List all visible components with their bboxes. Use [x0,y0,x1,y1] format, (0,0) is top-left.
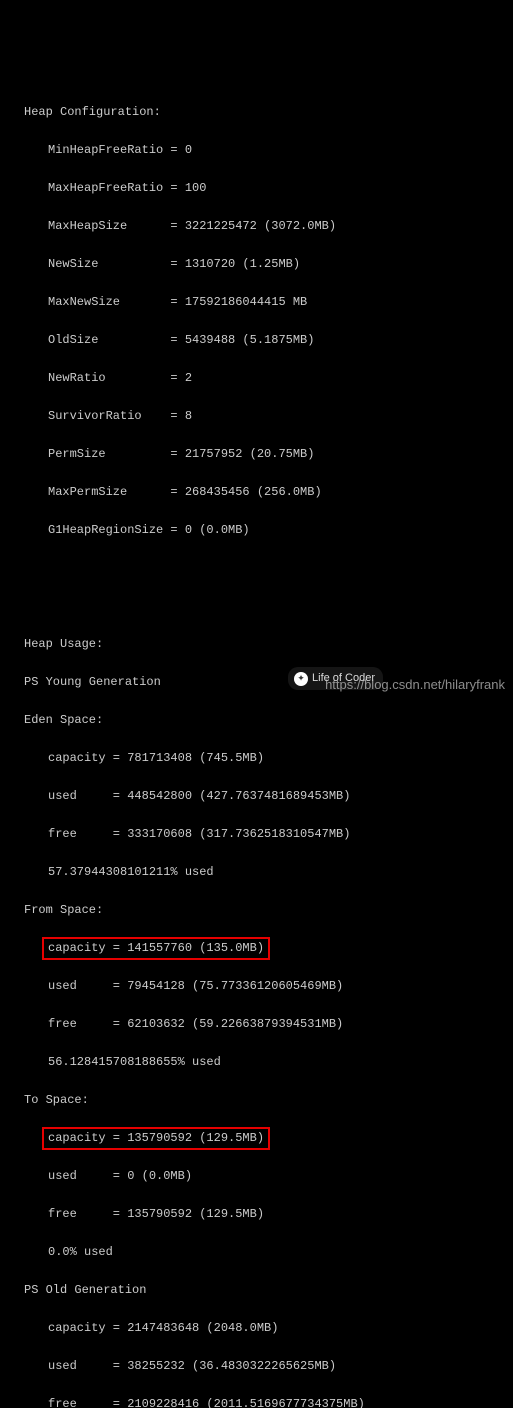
highlight-from-capacity: capacity = 141557760 (135.0MB) [42,937,270,960]
heap-usage-title: Heap Usage: [24,635,513,654]
old-free: free = 2109228416 (2011.5169677734375MB) [48,1395,513,1408]
eden-pct: 57.37944308101211% used [48,863,513,882]
cfg-max-heap-size: MaxHeapSize = 3221225472 (3072.0MB) [48,217,513,236]
blank-line [24,578,513,597]
wechat-icon: ✦ [294,672,308,686]
eden-title: Eden Space: [24,711,513,730]
from-free: free = 62103632 (59.22663879394531MB) [48,1015,513,1034]
to-capacity: capacity = 135790592 (129.5MB) [48,1129,513,1148]
heap-config-title: Heap Configuration: [24,103,513,122]
eden-used: used = 448542800 (427.7637481689453MB) [48,787,513,806]
from-pct: 56.128415708188655% used [48,1053,513,1072]
cfg-max-new-size: MaxNewSize = 17592186044415 MB [48,293,513,312]
cfg-g1-heap-region-size: G1HeapRegionSize = 0 (0.0MB) [48,521,513,540]
from-title: From Space: [24,901,513,920]
to-free: free = 135790592 (129.5MB) [48,1205,513,1224]
old-used: used = 38255232 (36.4830322265625MB) [48,1357,513,1376]
from-used: used = 79454128 (75.77336120605469MB) [48,977,513,996]
old-title: PS Old Generation [24,1281,513,1300]
cfg-max-heap-free-ratio: MaxHeapFreeRatio = 100 [48,179,513,198]
to-pct: 0.0% used [48,1243,513,1262]
eden-capacity: capacity = 781713408 (745.5MB) [48,749,513,768]
cfg-perm-size: PermSize = 21757952 (20.75MB) [48,445,513,464]
cfg-survivor-ratio: SurvivorRatio = 8 [48,407,513,426]
to-used: used = 0 (0.0MB) [48,1167,513,1186]
old-capacity: capacity = 2147483648 (2048.0MB) [48,1319,513,1338]
heap-configuration: Heap Configuration: MinHeapFreeRatio = 0… [24,84,513,559]
highlight-to-capacity: capacity = 135790592 (129.5MB) [42,1127,270,1150]
to-title: To Space: [24,1091,513,1110]
cfg-new-size: NewSize = 1310720 (1.25MB) [48,255,513,274]
cfg-old-size: OldSize = 5439488 (5.1875MB) [48,331,513,350]
from-capacity: capacity = 141557760 (135.0MB) [48,939,513,958]
watermark-url: https://blog.csdn.net/hilaryfrank [325,675,505,694]
eden-free: free = 333170608 (317.7362518310547MB) [48,825,513,844]
heap-usage: Heap Usage: PS Young Generation Eden Spa… [24,616,513,1408]
cfg-new-ratio: NewRatio = 2 [48,369,513,388]
cfg-max-perm-size: MaxPermSize = 268435456 (256.0MB) [48,483,513,502]
cfg-min-heap-free-ratio: MinHeapFreeRatio = 0 [48,141,513,160]
